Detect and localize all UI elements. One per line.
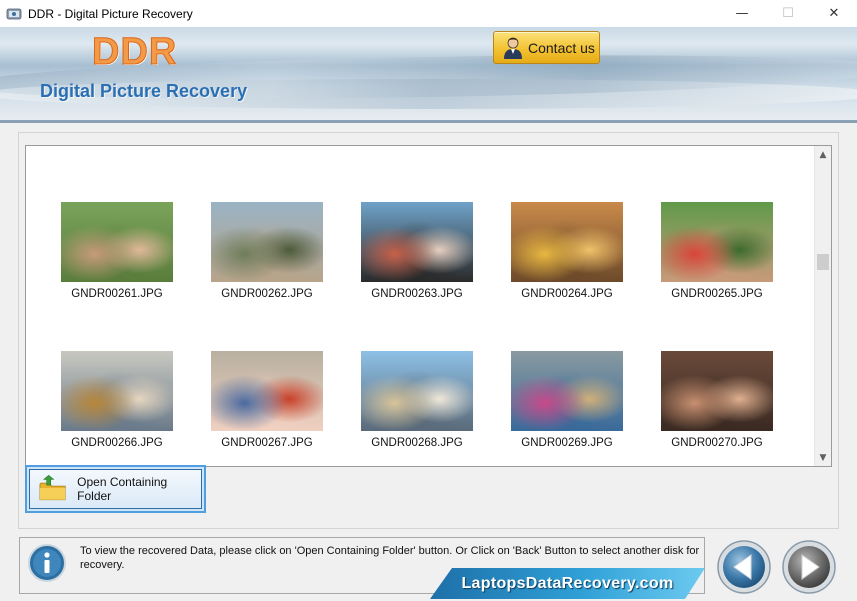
- gallery-item[interactable]: GNDR00270.JPG: [647, 351, 787, 449]
- thumbnail-image[interactable]: [661, 351, 773, 431]
- window-title: DDR - Digital Picture Recovery: [28, 6, 193, 21]
- app-logo: DDR: [91, 31, 178, 74]
- thumbnail-image[interactable]: [211, 351, 323, 431]
- header-banner: DDR Digital Picture Recovery Contact us: [0, 27, 857, 123]
- thumbnail-filename: GNDR00268.JPG: [371, 437, 463, 449]
- folder-icon: [39, 475, 66, 501]
- app-subtitle: Digital Picture Recovery: [40, 81, 248, 101]
- thumbnail-image[interactable]: [511, 351, 623, 431]
- gallery-item[interactable]: GNDR00269.JPG: [497, 351, 637, 449]
- site-banner: LaptopsDataRecovery.com: [430, 568, 705, 599]
- scroll-up-icon[interactable]: ▲: [815, 146, 831, 163]
- open-folder-button-focus: Open Containing Folder: [25, 465, 206, 513]
- thumbnail-filename: GNDR00266.JPG: [71, 437, 163, 449]
- gallery-item[interactable]: GNDR00262.JPG: [197, 202, 337, 300]
- image-gallery[interactable]: ▲ ▼ GNDR00261.JPG GNDR00262.JPG GNDR00263.…: [25, 145, 832, 467]
- open-folder-label: Open Containing Folder: [77, 475, 168, 503]
- info-icon: [28, 544, 66, 582]
- thumbnail-filename: GNDR00270.JPG: [671, 437, 763, 449]
- gallery-item[interactable]: GNDR00266.JPG: [47, 351, 187, 449]
- minimize-button[interactable]: —: [719, 0, 765, 27]
- thumbnail-filename: GNDR00263.JPG: [371, 288, 463, 300]
- thumbnail-image[interactable]: [61, 351, 173, 431]
- thumbnail-image[interactable]: [361, 202, 473, 282]
- next-arrow-icon[interactable]: [781, 539, 837, 595]
- gallery-item[interactable]: GNDR00267.JPG: [197, 351, 337, 449]
- thumbnail-filename: GNDR00262.JPG: [221, 288, 313, 300]
- open-containing-folder-button[interactable]: Open Containing Folder: [29, 469, 202, 509]
- gallery-item[interactable]: GNDR00264.JPG: [497, 202, 637, 300]
- thumbnail-image[interactable]: [211, 202, 323, 282]
- info-message: To view the recovered Data, please click…: [80, 545, 700, 571]
- back-arrow-icon[interactable]: [716, 539, 772, 595]
- thumbnail-filename: GNDR00269.JPG: [521, 437, 613, 449]
- contact-us-button[interactable]: Contact us: [493, 31, 600, 64]
- scroll-down-icon[interactable]: ▼: [815, 449, 831, 466]
- gallery-item[interactable]: GNDR00268.JPG: [347, 351, 487, 449]
- contact-us-label: Contact us: [528, 39, 595, 56]
- gallery-item[interactable]: GNDR00261.JPG: [47, 202, 187, 300]
- thumbnail-filename: GNDR00261.JPG: [71, 288, 163, 300]
- thumbnail-filename: GNDR00267.JPG: [221, 437, 313, 449]
- gallery-item[interactable]: GNDR00265.JPG: [647, 202, 787, 300]
- maximize-button[interactable]: ☐: [765, 0, 811, 27]
- thumbnail-image[interactable]: [61, 202, 173, 282]
- person-icon: [504, 37, 522, 59]
- thumbnail-filename: GNDR00265.JPG: [671, 288, 763, 300]
- thumbnail-filename: GNDR00264.JPG: [521, 288, 613, 300]
- app-icon: [6, 8, 22, 19]
- scroll-thumb[interactable]: [817, 254, 829, 270]
- thumbnail-image[interactable]: [511, 202, 623, 282]
- vertical-scrollbar[interactable]: ▲ ▼: [814, 146, 831, 466]
- gallery-item[interactable]: GNDR00263.JPG: [347, 202, 487, 300]
- thumbnail-image[interactable]: [361, 351, 473, 431]
- close-button[interactable]: ✕: [811, 0, 857, 27]
- thumbnail-image[interactable]: [661, 202, 773, 282]
